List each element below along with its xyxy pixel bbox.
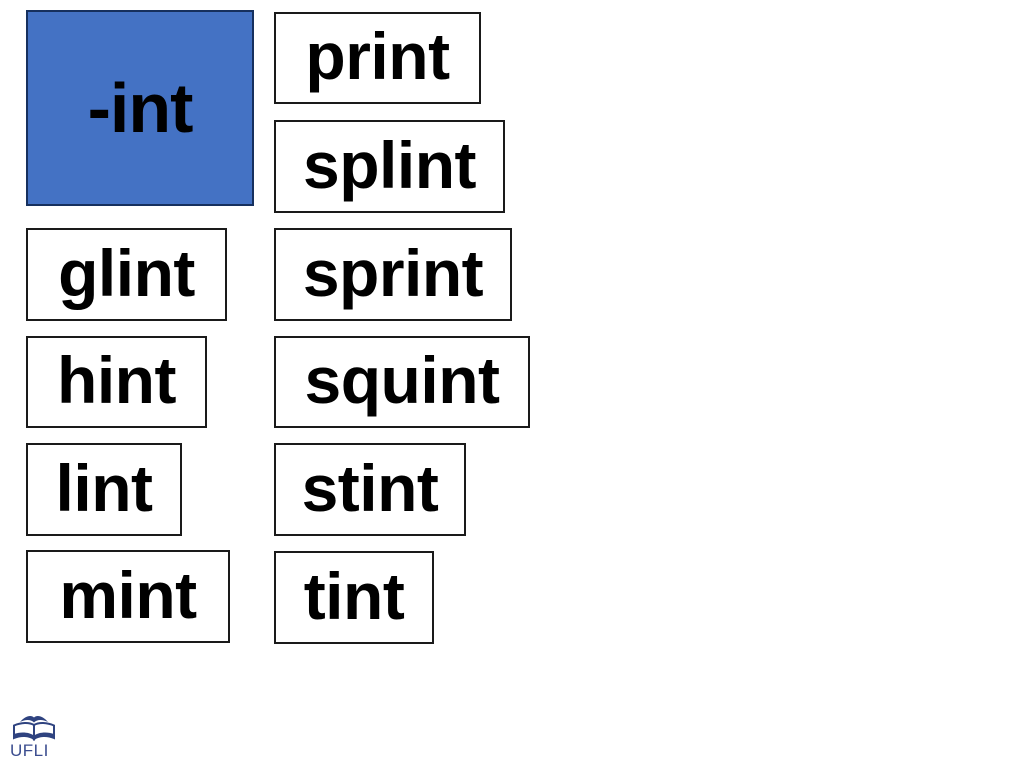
word-card-splint[interactable]: splint	[274, 120, 505, 213]
word-card-tint[interactable]: tint	[274, 551, 434, 644]
word-card-label: print	[305, 19, 450, 93]
ufli-wordmark: UFLI	[10, 741, 49, 760]
word-card-label: lint	[55, 450, 153, 525]
word-card-sprint[interactable]: sprint	[274, 228, 512, 321]
word-card-label: mint	[59, 557, 197, 632]
word-card-label: tint	[303, 558, 405, 633]
word-card-print[interactable]: print	[274, 12, 481, 104]
word-card-mint[interactable]: mint	[26, 550, 230, 643]
word-card-label: sprint	[302, 235, 484, 310]
rime-card-label: -int	[87, 69, 194, 147]
word-card-hint[interactable]: hint	[26, 336, 207, 428]
word-card-label: splint	[303, 127, 477, 202]
word-card-label: squint	[304, 343, 500, 417]
word-card-stint[interactable]: stint	[274, 443, 466, 536]
word-card-lint[interactable]: lint	[26, 443, 182, 536]
open-book-with-bird-icon	[8, 714, 60, 742]
word-card-label: stint	[301, 450, 439, 525]
slide-canvas: -int glint hint lint mint print splint s…	[0, 0, 1024, 768]
rime-card-int[interactable]: -int	[26, 10, 254, 206]
ufli-logo: UFLI	[8, 714, 64, 760]
word-card-label: hint	[57, 343, 176, 417]
word-card-glint[interactable]: glint	[26, 228, 227, 321]
word-card-squint[interactable]: squint	[274, 336, 530, 428]
word-card-label: glint	[58, 235, 195, 310]
